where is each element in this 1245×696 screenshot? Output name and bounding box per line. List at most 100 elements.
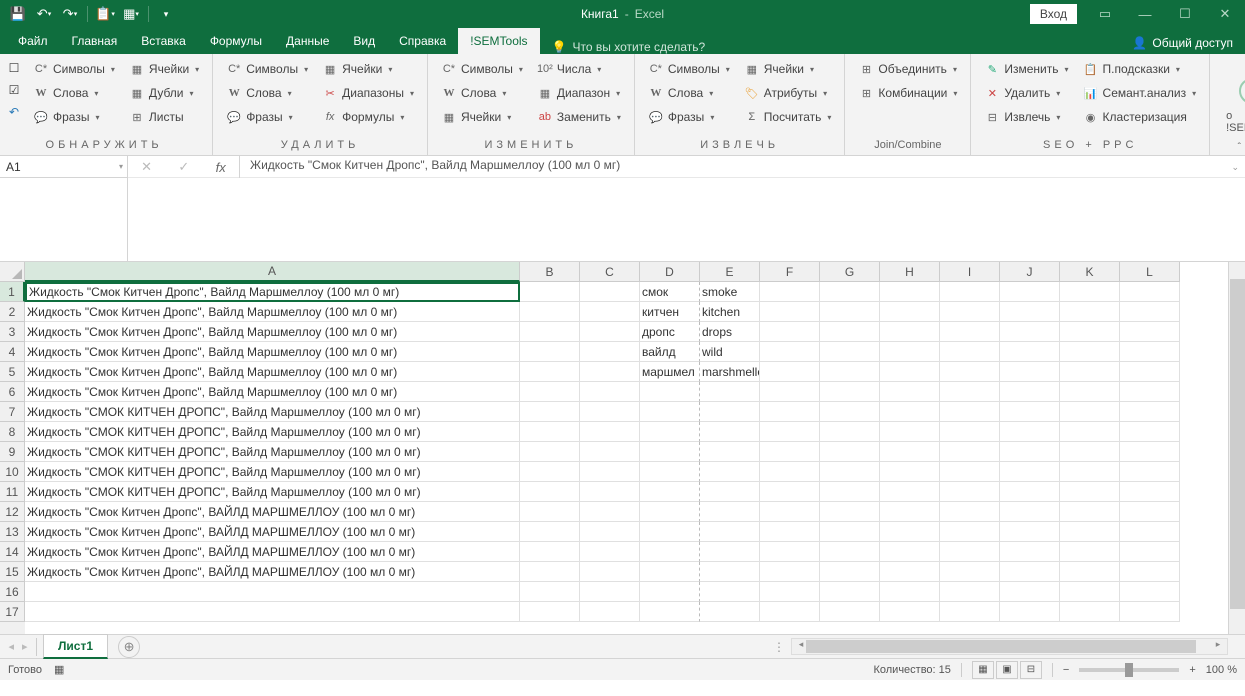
- cell[interactable]: [760, 362, 820, 382]
- cell[interactable]: [940, 362, 1000, 382]
- column-header[interactable]: B: [520, 262, 580, 282]
- cell[interactable]: [640, 522, 700, 542]
- cell[interactable]: [940, 602, 1000, 622]
- cell[interactable]: [580, 562, 640, 582]
- cell[interactable]: [520, 382, 580, 402]
- cell[interactable]: [940, 282, 1000, 302]
- extract-phrases-button[interactable]: 💬Фразы▾: [643, 106, 735, 128]
- cell[interactable]: китчен: [640, 302, 700, 322]
- tab-insert[interactable]: Вставка: [129, 28, 198, 54]
- cell[interactable]: [880, 482, 940, 502]
- cell[interactable]: Жидкость "СМОК КИТЧЕН ДРОПС", Вайлд Марш…: [25, 402, 520, 422]
- tell-me-search[interactable]: 💡Что вы хотите сделать?: [540, 40, 718, 54]
- column-header[interactable]: F: [760, 262, 820, 282]
- undo-icon[interactable]: ↶: [4, 102, 24, 122]
- cell[interactable]: [760, 602, 820, 622]
- extract-cells-button[interactable]: ▦Ячейки▾: [739, 58, 837, 80]
- cell[interactable]: [940, 502, 1000, 522]
- cell[interactable]: [1120, 282, 1180, 302]
- zoom-slider[interactable]: [1079, 668, 1179, 672]
- save-button[interactable]: 💾: [6, 3, 30, 25]
- cell[interactable]: [820, 482, 880, 502]
- cell[interactable]: [520, 302, 580, 322]
- cell[interactable]: [1000, 462, 1060, 482]
- tab-formulas[interactable]: Формулы: [198, 28, 274, 54]
- formula-input[interactable]: Жидкость "Смок Китчен Дропс", Вайлд Марш…: [240, 156, 1245, 177]
- cell[interactable]: [700, 502, 760, 522]
- scrollbar-thumb[interactable]: [1230, 279, 1245, 609]
- cell[interactable]: [880, 582, 940, 602]
- cell[interactable]: [1000, 542, 1060, 562]
- cell[interactable]: [1060, 302, 1120, 322]
- cell[interactable]: [580, 522, 640, 542]
- cell[interactable]: [760, 442, 820, 462]
- cell[interactable]: [580, 382, 640, 402]
- ribbon-options-icon[interactable]: ▭: [1085, 0, 1125, 28]
- cell[interactable]: [1060, 482, 1120, 502]
- column-header[interactable]: C: [580, 262, 640, 282]
- cell[interactable]: [520, 422, 580, 442]
- cell[interactable]: [580, 422, 640, 442]
- cell[interactable]: [1120, 442, 1180, 462]
- cell[interactable]: [880, 602, 940, 622]
- cell[interactable]: [1000, 422, 1060, 442]
- change-range-button[interactable]: ▦Диапазон▾: [532, 82, 626, 104]
- delete-words-button[interactable]: WСлова▾: [221, 82, 313, 104]
- normal-view-button[interactable]: ▦: [972, 661, 994, 679]
- cell[interactable]: Жидкость "СМОК КИТЧЕН ДРОПС", Вайлд Марш…: [25, 462, 520, 482]
- cell[interactable]: [520, 402, 580, 422]
- cell[interactable]: [940, 342, 1000, 362]
- row-header[interactable]: 9: [0, 442, 25, 462]
- cell[interactable]: [1060, 562, 1120, 582]
- cell[interactable]: [880, 462, 940, 482]
- cell[interactable]: [580, 602, 640, 622]
- cell[interactable]: Жидкость "Смок Китчен Дропс", Вайлд Марш…: [25, 362, 520, 382]
- row-header[interactable]: 13: [0, 522, 25, 542]
- expand-formula-bar-icon[interactable]: ⌄: [1231, 162, 1239, 173]
- cell[interactable]: [580, 542, 640, 562]
- detect-cells-button[interactable]: ▦Ячейки▾: [124, 58, 204, 80]
- row-header[interactable]: 15: [0, 562, 25, 582]
- cell[interactable]: Жидкость "Смок Китчен Дропс", Вайлд Марш…: [25, 342, 520, 362]
- cell[interactable]: [760, 462, 820, 482]
- cell[interactable]: [1060, 382, 1120, 402]
- cell[interactable]: [1120, 602, 1180, 622]
- cell[interactable]: [1000, 322, 1060, 342]
- name-box[interactable]: A1▾: [0, 156, 127, 178]
- cell[interactable]: [880, 342, 940, 362]
- cell[interactable]: [760, 482, 820, 502]
- row-header[interactable]: 12: [0, 502, 25, 522]
- cell[interactable]: Жидкость "Смок Китчен Дропс", Вайлд Марш…: [25, 302, 520, 322]
- cell[interactable]: [640, 402, 700, 422]
- cell[interactable]: [760, 502, 820, 522]
- column-header[interactable]: J: [1000, 262, 1060, 282]
- tab-data[interactable]: Данные: [274, 28, 341, 54]
- cell[interactable]: [520, 602, 580, 622]
- cell[interactable]: [520, 462, 580, 482]
- qat-custom2[interactable]: ▦▾: [119, 3, 143, 25]
- column-header[interactable]: K: [1060, 262, 1120, 282]
- cell[interactable]: [520, 282, 580, 302]
- qat-customize[interactable]: ▾: [154, 3, 178, 25]
- cell[interactable]: [760, 582, 820, 602]
- cell[interactable]: [880, 502, 940, 522]
- cell[interactable]: [640, 602, 700, 622]
- cell[interactable]: [1120, 542, 1180, 562]
- cell[interactable]: [820, 582, 880, 602]
- row-header[interactable]: 17: [0, 602, 25, 622]
- detect-words-button[interactable]: WСлова▾: [28, 82, 120, 104]
- cell[interactable]: [760, 422, 820, 442]
- cell[interactable]: Жидкость "Смок Китчен Дропс", ВАЙЛД МАРШ…: [25, 542, 520, 562]
- seo-hints-button[interactable]: 📋П.подсказки▾: [1078, 58, 1202, 80]
- cell[interactable]: [1000, 362, 1060, 382]
- login-button[interactable]: Вход: [1030, 4, 1077, 24]
- column-header[interactable]: A: [25, 262, 520, 282]
- cell[interactable]: marshmellow: [700, 362, 760, 382]
- cell[interactable]: [760, 382, 820, 402]
- cell[interactable]: [700, 382, 760, 402]
- cell[interactable]: [580, 502, 640, 522]
- seo-semant-button[interactable]: 📊Семант.анализ▾: [1078, 82, 1202, 104]
- checkbox-checked-icon[interactable]: ☑: [4, 80, 24, 100]
- cell[interactable]: [820, 462, 880, 482]
- column-header[interactable]: G: [820, 262, 880, 282]
